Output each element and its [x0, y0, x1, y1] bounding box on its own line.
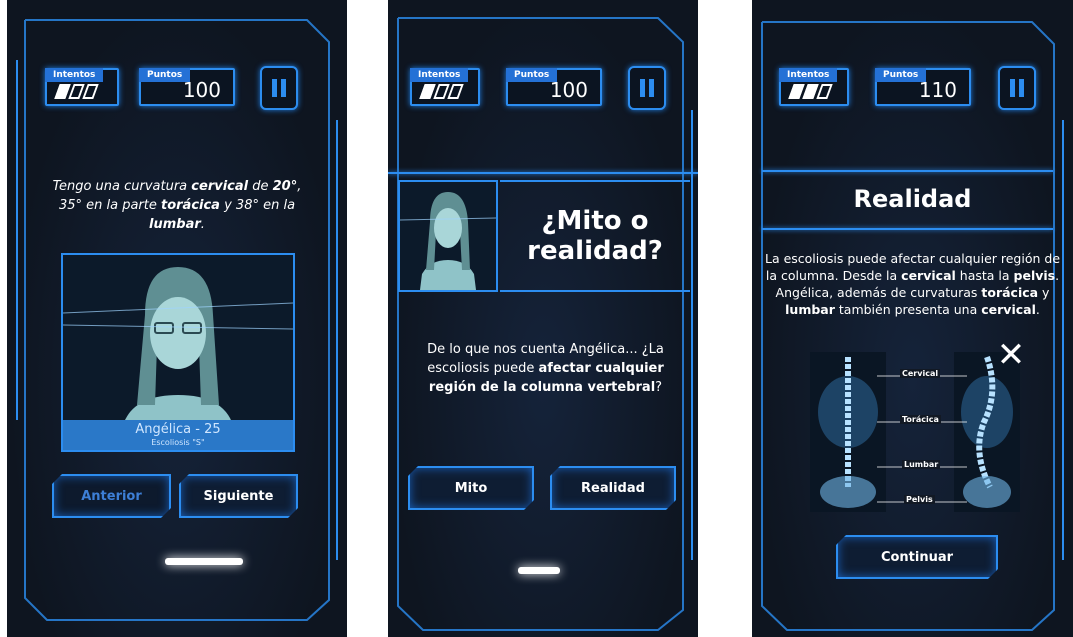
- reality-button[interactable]: Realidad: [550, 466, 676, 510]
- try-icon: [82, 84, 99, 99]
- answer-title: Realidad: [853, 185, 972, 213]
- character-portrait: Angélica - 25 Escoliosis "S": [61, 253, 295, 452]
- character-caption: Angélica - 25 Escoliosis "S": [63, 420, 293, 450]
- tries-label: Intentos: [779, 68, 838, 82]
- pause-icon: [640, 79, 645, 97]
- pause-icon: [1010, 79, 1015, 97]
- hud: Intentos Puntos 100: [388, 60, 698, 120]
- tries-label: Intentos: [45, 68, 104, 82]
- divider: [762, 170, 1053, 172]
- tries-indicator: [788, 84, 833, 99]
- statement-text: Tengo una curvatura cervical de 20°, 35°…: [52, 179, 302, 232]
- previous-button[interactable]: Anterior: [52, 474, 171, 518]
- points-box: Puntos 100: [139, 68, 235, 106]
- try-icon: [447, 84, 464, 99]
- pause-button[interactable]: [260, 66, 298, 110]
- pause-button[interactable]: [998, 66, 1036, 110]
- answer-explanation: La escoliosis puede afectar cualquier re…: [764, 251, 1061, 317]
- pause-button[interactable]: [628, 66, 666, 110]
- points-box: Puntos 110: [875, 68, 971, 106]
- xray-label-thoracic: Torácica: [900, 415, 941, 424]
- myth-button[interactable]: Mito: [408, 466, 534, 510]
- xray-label-pelvis: Pelvis: [904, 495, 935, 504]
- screen-answer: Intentos Puntos 110 Realidad La escolios…: [752, 0, 1073, 637]
- tries-indicator: [54, 84, 99, 99]
- character-thumbnail: [398, 180, 498, 292]
- points-value: 100: [549, 78, 588, 102]
- divider: [388, 172, 698, 174]
- tries-indicator: [419, 84, 464, 99]
- points-box: Puntos 100: [506, 68, 602, 106]
- continue-button[interactable]: Continuar: [836, 535, 998, 579]
- divider: [762, 228, 1053, 230]
- tries-box: Intentos: [410, 68, 480, 106]
- screen-question: Intentos Puntos 100 ¿Mito o realidad? De…: [388, 0, 698, 637]
- hud: Intentos Puntos 110: [752, 60, 1073, 120]
- points-value: 100: [182, 78, 221, 102]
- pause-icon: [272, 79, 277, 97]
- screen-statement: Intentos Puntos 100 Tengo una curvatura …: [7, 0, 347, 637]
- tries-box: Intentos: [779, 68, 849, 106]
- xray-label-cervical: Cervical: [900, 369, 941, 378]
- tries-label: Intentos: [410, 68, 469, 82]
- title-panel: ¿Mito o realidad?: [500, 180, 690, 292]
- tries-box: Intentos: [45, 68, 119, 106]
- character-illustration: [400, 192, 496, 290]
- character-condition: Escoliosis "S": [151, 438, 205, 447]
- points-value: 110: [918, 78, 957, 102]
- xray-label-lumbar: Lumbar: [902, 460, 941, 469]
- progress-indicator: [518, 567, 560, 574]
- character-name: Angélica - 25: [135, 422, 221, 437]
- question-title: ¿Mito o realidad?: [527, 206, 663, 266]
- try-icon: [816, 84, 833, 99]
- question-text: De lo que nos cuenta Angélica... ¿La esc…: [427, 342, 664, 395]
- close-icon[interactable]: ✕: [996, 338, 1026, 372]
- next-button[interactable]: Siguiente: [179, 474, 298, 518]
- hud: Intentos Puntos 100: [7, 60, 347, 120]
- progress-indicator: [165, 558, 243, 565]
